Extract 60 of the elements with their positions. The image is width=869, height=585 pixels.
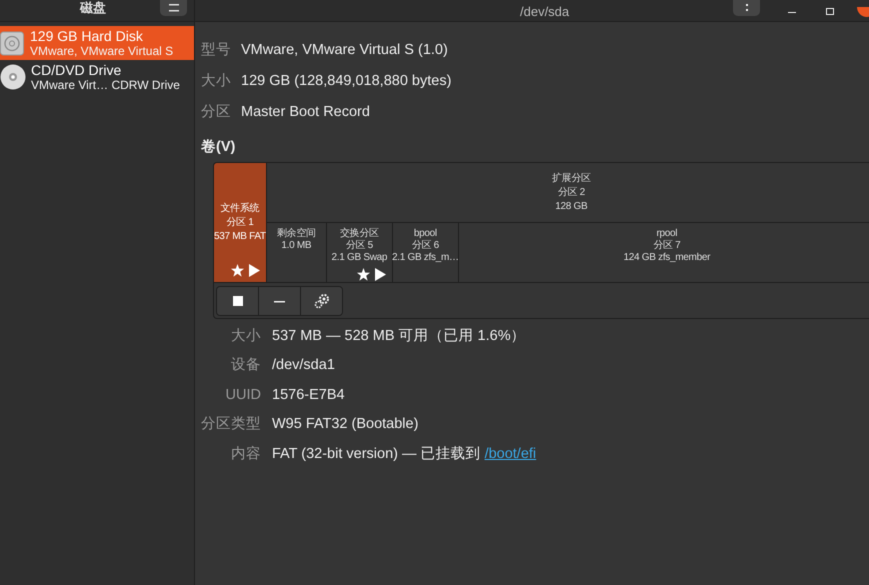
minus-icon <box>274 300 285 302</box>
field-label: 内容 <box>230 444 262 464</box>
field-label: 分区 <box>201 102 232 122</box>
field-value: 1576-E7B4 <box>272 386 345 405</box>
partition-label: 分区 2 <box>558 186 585 200</box>
partition-label: 2.1 GB zfs_m… <box>392 252 459 264</box>
section-heading: 卷(V) <box>201 138 236 157</box>
settings-button[interactable] <box>300 286 343 316</box>
menu-icon <box>168 3 180 13</box>
partition[interactable]: bpool 分区 6 2.1 GB zfs_m… <box>392 223 459 282</box>
stop-button[interactable] <box>216 286 259 316</box>
partition-label: 2.1 GB Swap <box>332 252 388 264</box>
partition-label: 扩展分区 <box>552 172 591 186</box>
field-value: 129 GB (128,849,018,880 bytes) <box>241 72 452 91</box>
field-label: 大小 <box>230 326 262 346</box>
drive-item[interactable]: 129 GB Hard Disk VMware, VMware Virtual S <box>0 26 194 60</box>
partition-label: 124 GB zfs_member <box>624 252 710 264</box>
field-label: 分区类型 <box>200 415 262 434</box>
field-value: Master Boot Record <box>241 102 370 122</box>
partition[interactable]: 剩余空间 1.0 MB <box>266 223 327 282</box>
partition-label: 537 MB FAT <box>214 230 266 244</box>
field-label: 大小 <box>201 72 232 91</box>
field-label: 型号 <box>201 40 232 60</box>
partition-label: 分区 1 <box>226 216 254 230</box>
disc-icon <box>0 64 26 90</box>
menu-button[interactable] <box>160 0 187 16</box>
extended-partition[interactable]: 扩展分区 分区 2 128 GB <box>266 163 869 223</box>
partition-label: 文件系统 <box>220 202 260 216</box>
field-label: UUID <box>224 386 262 405</box>
partition-label: 剩余空间 <box>276 228 316 240</box>
drive-name: 129 GB Hard Disk <box>30 28 144 44</box>
stop-icon <box>232 296 242 306</box>
partition-label: 128 GB <box>555 200 588 214</box>
field-label: 设备 <box>230 356 262 376</box>
partition-label: 分区 7 <box>653 240 680 252</box>
drive-model: VMware Virt… CDRW Drive <box>31 78 180 92</box>
maximize-icon[interactable] <box>826 8 835 16</box>
field-value: /dev/sda1 <box>272 356 335 376</box>
partition[interactable]: 交换分区 分区 5 2.1 GB Swap <box>326 223 393 282</box>
partition[interactable]: 文件系统 分区 1 537 MB FAT <box>214 163 267 282</box>
more-icon <box>744 2 748 14</box>
sidebar-title: 磁盘 <box>80 0 106 17</box>
partition-label: 交换分区 <box>340 228 379 240</box>
mount-point-link[interactable]: /boot/efi <box>484 444 536 466</box>
close-icon[interactable] <box>855 6 869 17</box>
field-value: FAT (32-bit version) — 已挂载到 <box>272 444 482 464</box>
partition[interactable]: rpool 分区 7 124 GB zfs_member <box>458 223 869 282</box>
drive-name: CD/DVD Drive <box>31 62 122 78</box>
field-value: 537 MB — 528 MB 可用（已用 1.6%） <box>272 326 526 346</box>
window-title: /dev/sda <box>520 3 570 21</box>
drive-model: VMware, VMware Virtual S <box>30 44 174 58</box>
drive-item[interactable]: CD/DVD Drive VMware Virt… CDRW Drive <box>0 60 194 94</box>
field-value: W95 FAT32 (Bootable) <box>272 415 418 434</box>
partition-label: bpool <box>414 228 437 240</box>
partition-label: 分区 5 <box>346 240 373 252</box>
partition-label: 分区 6 <box>412 240 439 252</box>
field-value: VMware, VMware Virtual S (1.0) <box>241 40 448 60</box>
settings-icon <box>314 293 330 309</box>
partition-label: 1.0 MB <box>281 240 312 252</box>
partition-label: rpool <box>656 228 678 240</box>
